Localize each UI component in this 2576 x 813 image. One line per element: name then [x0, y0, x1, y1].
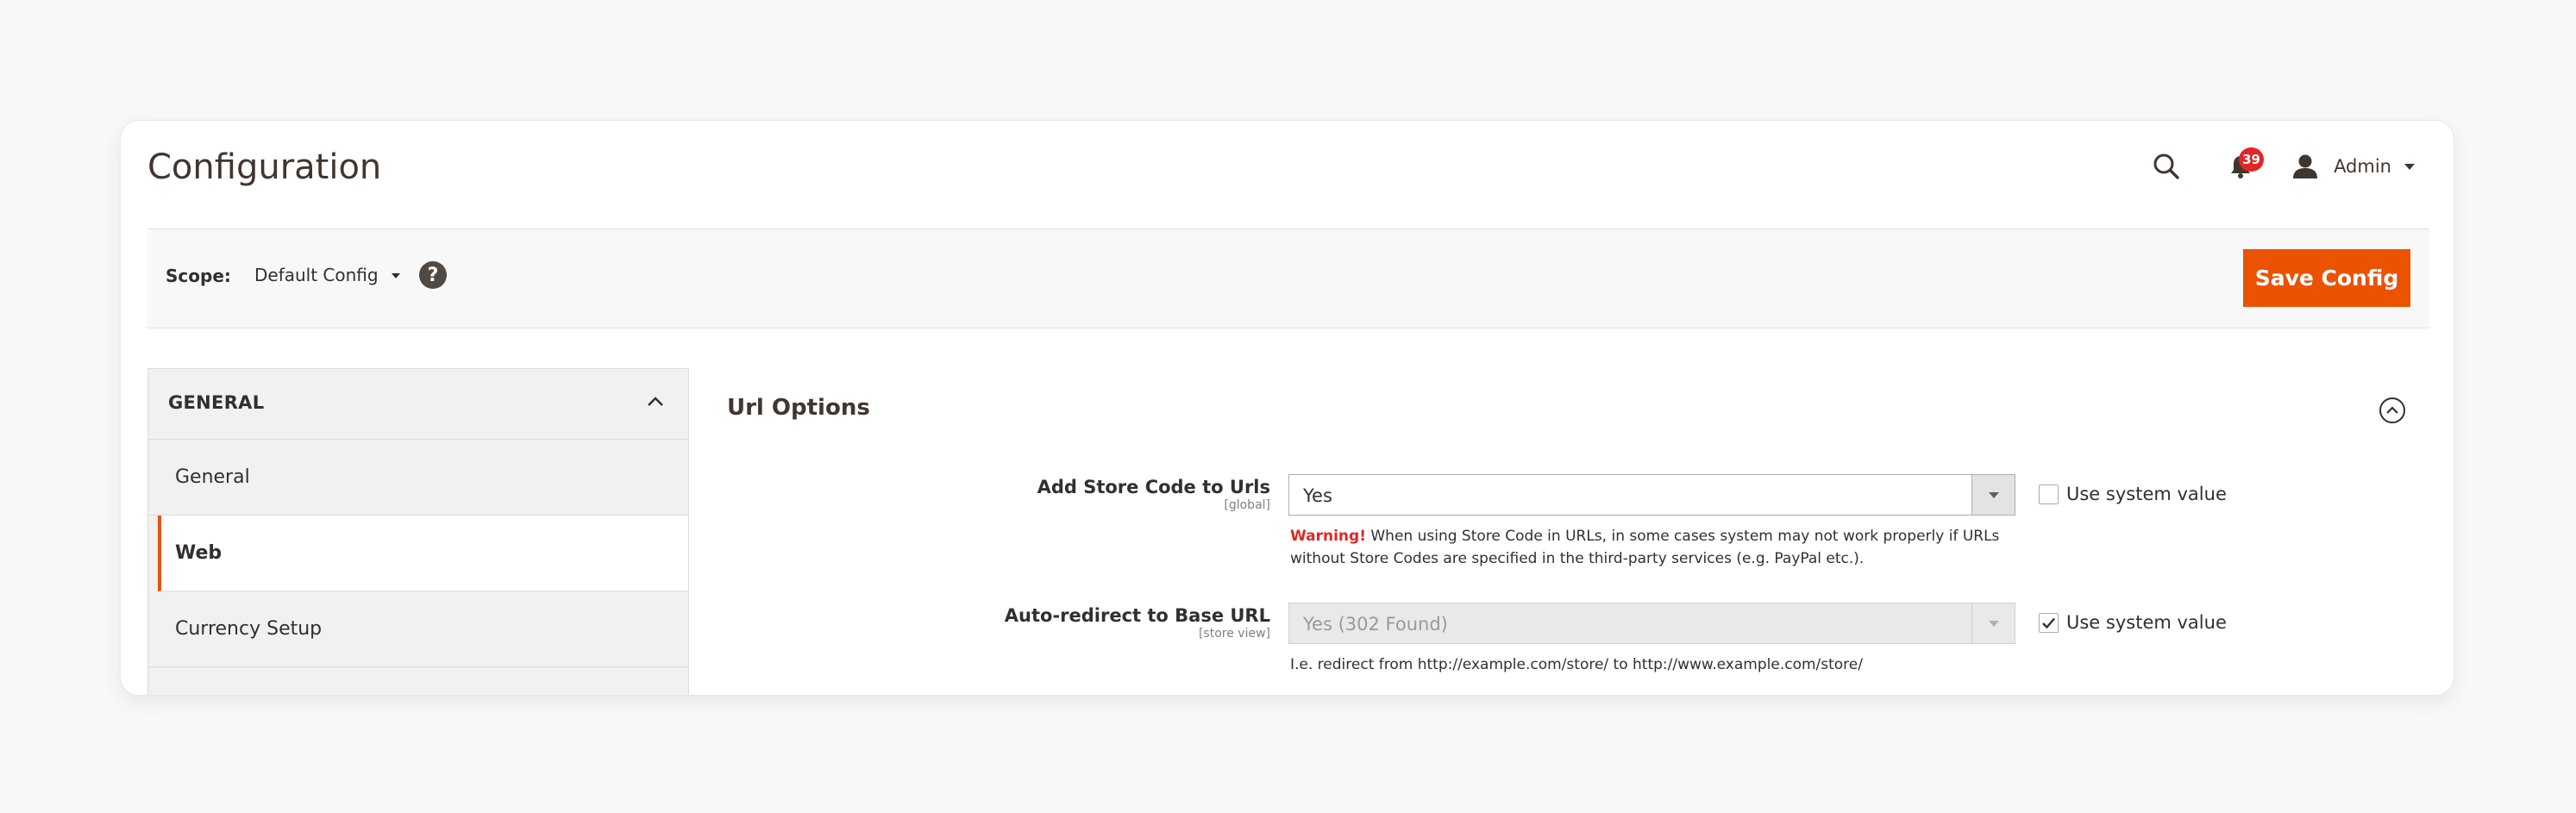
header-actions: 39 Admin — [2149, 145, 2416, 188]
field-scope: [global] — [1224, 498, 1270, 512]
caret-down-icon — [391, 272, 401, 279]
checkbox-unchecked[interactable] — [2039, 484, 2059, 504]
field-label-auto-redirect: Auto-redirect to Base URL [store view] — [753, 605, 1270, 641]
checkmark-icon — [2042, 617, 2055, 629]
search-button[interactable] — [2149, 149, 2184, 184]
user-icon — [2292, 153, 2318, 179]
select-arrow — [1971, 475, 2015, 515]
use-system-value-label: Use system value — [2066, 612, 2227, 633]
search-icon — [2153, 153, 2180, 180]
sidebar-section-general[interactable]: GENERAL — [148, 369, 688, 440]
help-icon[interactable]: ? — [419, 261, 447, 289]
config-sidebar: GENERAL General Web Currency Setup — [147, 368, 689, 695]
sidebar-section-title: GENERAL — [168, 392, 265, 413]
auto-redirect-select[interactable]: Yes (302 Found) — [1288, 603, 2015, 644]
select-value: Yes (302 Found) — [1303, 614, 1448, 635]
admin-account-menu[interactable]: Admin — [2292, 153, 2416, 179]
warning-label: Warning! — [1290, 528, 1366, 545]
collapse-circle-icon — [2379, 397, 2406, 424]
warning-text-line1: When using Store Code in URLs, in some c… — [1365, 528, 2000, 545]
caret-down-icon — [2404, 162, 2416, 171]
scope-value: Default Config — [254, 265, 379, 285]
use-system-value-add-store-code[interactable]: Use system value — [2039, 484, 2227, 504]
page-title: Configuration — [147, 147, 382, 187]
field-label-text: Add Store Code to Urls — [1037, 477, 1270, 497]
section-title: Url Options — [727, 395, 870, 421]
warning-text-line2: without Store Codes are specified in the… — [1290, 550, 1865, 567]
sidebar-item-general[interactable]: General — [148, 440, 688, 516]
save-config-button[interactable]: Save Config — [2243, 249, 2410, 307]
configuration-window: Configuration 39 Admin Scope: Default Co… — [120, 120, 2454, 696]
sidebar-item-currency-setup[interactable]: Currency Setup — [148, 591, 688, 667]
sidebar-item-label: Web — [175, 542, 223, 564]
url-options-section-header[interactable]: Url Options — [727, 388, 2406, 431]
field-label-text: Auto-redirect to Base URL — [1004, 605, 1270, 626]
scope-label: Scope: — [166, 266, 231, 286]
field-label-add-store-code: Add Store Code to Urls [global] — [753, 477, 1270, 512]
checkbox-checked[interactable] — [2039, 612, 2059, 633]
field-scope: [store view] — [1198, 627, 1270, 641]
notifications-button[interactable]: 39 — [2223, 147, 2264, 184]
select-arrow — [1971, 603, 2015, 643]
sidebar-item-label: Currency Setup — [175, 618, 323, 640]
admin-username: Admin — [2334, 156, 2391, 177]
add-store-code-select[interactable]: Yes — [1288, 474, 2015, 516]
auto-redirect-note: I.e. redirect from http://example.com/st… — [1290, 654, 2017, 676]
sidebar-item-label: General — [175, 466, 250, 488]
use-system-value-auto-redirect[interactable]: Use system value — [2039, 612, 2227, 633]
scope-switcher[interactable]: Default Config — [254, 265, 401, 285]
notifications-count-badge: 39 — [2239, 147, 2264, 172]
chevron-up-icon — [647, 395, 664, 407]
use-system-value-label: Use system value — [2066, 484, 2227, 504]
scope-bar: Scope: Default Config ? Save Config — [147, 228, 2429, 328]
sidebar-item-web[interactable]: Web — [158, 516, 688, 591]
note-text: I.e. redirect from http://example.com/st… — [1290, 656, 1863, 673]
select-value: Yes — [1303, 485, 1332, 506]
add-store-code-note: Warning! When using Store Code in URLs, … — [1290, 525, 2017, 570]
